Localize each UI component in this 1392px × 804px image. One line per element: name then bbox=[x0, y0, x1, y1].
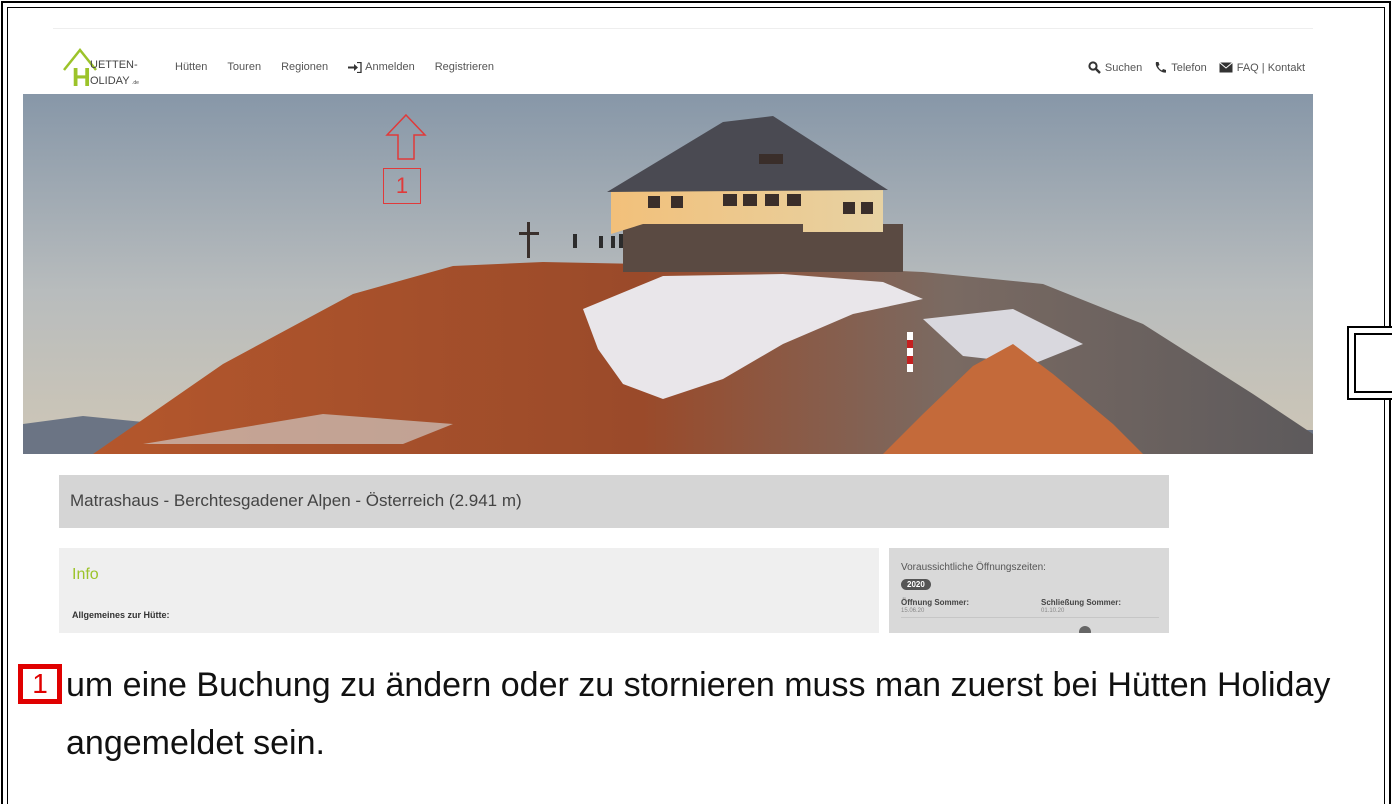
menu-telefon[interactable]: Telefon bbox=[1154, 61, 1207, 74]
info-panel: Info Allgemeines zur Hütte: bbox=[59, 548, 879, 633]
annotation-marker-box: 1 bbox=[383, 168, 421, 204]
opening-hours-title: Voraussichtliche Öffnungszeiten: bbox=[901, 562, 1046, 573]
menu-suchen[interactable]: Suchen bbox=[1088, 61, 1142, 74]
info-dot-icon bbox=[1079, 626, 1091, 633]
hero-image-mountain-hut bbox=[23, 94, 1313, 454]
search-icon bbox=[1088, 61, 1101, 74]
logo-suffix: .de bbox=[132, 80, 139, 86]
closing-summer-label: Schließung Sommer: bbox=[1041, 598, 1122, 607]
menu-anmelden[interactable]: Anmelden bbox=[348, 61, 415, 73]
info-subheading: Allgemeines zur Hütte: bbox=[72, 610, 170, 620]
side-box-inner bbox=[1354, 333, 1392, 393]
opening-hours-panel: Voraussichtliche Öffnungszeiten: 2020 Öf… bbox=[889, 548, 1169, 633]
annotation-arrow bbox=[383, 113, 429, 161]
logo-line2: OLIDAY bbox=[90, 75, 130, 87]
main-menu: Hütten Touren Regionen Anmelden Registri… bbox=[175, 61, 514, 73]
info-heading: Info bbox=[72, 566, 99, 583]
menu-huetten[interactable]: Hütten bbox=[175, 61, 207, 73]
logo-line1: UETTEN- bbox=[90, 59, 138, 71]
divider bbox=[901, 617, 1159, 618]
step-number-badge: 1 bbox=[18, 664, 62, 704]
huetten-holiday-logo[interactable]: H UETTEN- OLIDAY .de bbox=[60, 40, 148, 90]
navigation-bar: H UETTEN- OLIDAY .de Hütten Touren Regio… bbox=[23, 28, 1313, 94]
menu-regionen[interactable]: Regionen bbox=[281, 61, 328, 73]
instruction-text: um eine Buchung zu ändern oder zu storni… bbox=[66, 666, 1331, 762]
utility-menu: Suchen Telefon FAQ | Kontakt bbox=[1088, 61, 1305, 74]
arrow-up-icon bbox=[385, 113, 427, 160]
login-icon bbox=[348, 61, 362, 73]
phone-icon bbox=[1156, 62, 1167, 73]
year-badge: 2020 bbox=[901, 579, 931, 590]
menu-touren[interactable]: Touren bbox=[227, 61, 261, 73]
menu-registrieren[interactable]: Registrieren bbox=[435, 61, 494, 73]
logo-letter: H bbox=[72, 62, 91, 90]
page-title-bar: Matrashaus - Berchtesgadener Alpen - Öst… bbox=[59, 475, 1169, 528]
mail-icon bbox=[1218, 62, 1233, 73]
menu-faq-kontakt[interactable]: FAQ | Kontakt bbox=[1218, 61, 1305, 74]
website-screenshot: H UETTEN- OLIDAY .de Hütten Touren Regio… bbox=[23, 28, 1313, 633]
opening-summer-label: Öffnung Sommer: bbox=[901, 598, 969, 607]
opening-summer-value: 15.06.20 bbox=[901, 608, 925, 614]
closing-summer-value: 01.10.20 bbox=[1041, 608, 1065, 614]
page-title: Matrashaus - Berchtesgadener Alpen - Öst… bbox=[70, 491, 522, 510]
